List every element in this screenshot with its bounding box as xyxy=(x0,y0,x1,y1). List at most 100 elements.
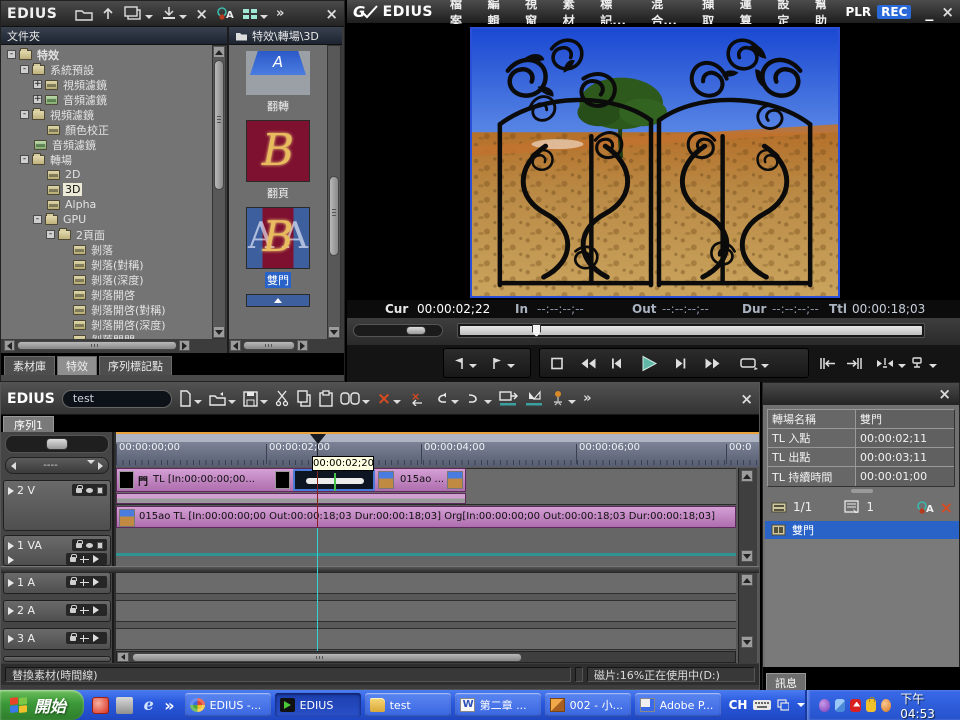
tree-item[interactable]: -視頻濾鏡 xyxy=(1,107,212,122)
clip-2v[interactable]: 門 TL [In:00:00:00;00... 015ao ... xyxy=(116,468,466,492)
add-transition-icon[interactable] xyxy=(525,390,544,408)
set-out-point-button[interactable] xyxy=(489,352,515,374)
new-sequence-icon[interactable] xyxy=(179,390,202,408)
scroll-right-button[interactable] xyxy=(179,340,190,351)
add-to-timeline-icon[interactable] xyxy=(499,390,518,408)
sequence-tab[interactable]: 序列1 xyxy=(3,416,54,432)
dropdown-arrow[interactable] xyxy=(797,703,805,711)
collapse-icon[interactable]: - xyxy=(20,110,29,119)
tray-antivirus-icon[interactable] xyxy=(850,699,860,712)
flip-effect-thumb[interactable]: A xyxy=(246,51,310,95)
scroll-down-button[interactable] xyxy=(328,326,340,338)
track-expander[interactable] xyxy=(8,556,14,564)
tree-item[interactable]: -特效 xyxy=(1,47,212,62)
tray-network-icon[interactable] xyxy=(835,699,845,712)
splitter-grip[interactable] xyxy=(851,489,873,493)
media-player-icon[interactable] xyxy=(92,697,109,714)
import-icon[interactable] xyxy=(161,5,187,23)
delete-icon[interactable]: × xyxy=(940,498,953,517)
waveform-icon[interactable] xyxy=(80,607,89,614)
language-indicator[interactable]: CH xyxy=(729,698,748,712)
tree-item[interactable]: -轉場 xyxy=(1,152,212,167)
effect-thumbnail[interactable]: AAB雙門 xyxy=(242,207,314,288)
tray-audio-icon[interactable] xyxy=(881,699,891,712)
keyboard-icon[interactable] xyxy=(753,699,771,711)
timeline-ruler[interactable]: 00:00:00;0000:00:02;0000:00:04;0000:00:0… xyxy=(116,432,759,467)
scroll-thumb[interactable] xyxy=(329,176,339,256)
close-icon[interactable]: × xyxy=(938,385,951,403)
tree-item[interactable]: +音頻濾鏡 xyxy=(1,92,212,107)
step-back-button[interactable] xyxy=(609,352,624,374)
fast-forward-button[interactable] xyxy=(703,352,721,374)
tree-item[interactable]: 剝落開啓(對稱) xyxy=(1,302,212,317)
timeline-scale-dropdown[interactable]: ---- xyxy=(5,457,109,474)
plr-mode-button[interactable]: PLR xyxy=(845,5,871,19)
audio-track-row[interactable] xyxy=(116,628,736,650)
tree-item[interactable]: +視頻濾鏡 xyxy=(1,77,212,92)
chroma-icon[interactable]: A xyxy=(216,5,234,23)
dropdown-arrow[interactable] xyxy=(179,15,187,23)
tree-item[interactable]: -系統預設 xyxy=(1,62,212,77)
view-grid-icon[interactable] xyxy=(242,5,268,23)
collapse-icon[interactable]: - xyxy=(20,155,29,164)
playhead-marker[interactable] xyxy=(310,434,326,444)
overflow-icon[interactable]: » xyxy=(583,390,591,408)
thumbs-horizontal-scrollbar[interactable] xyxy=(229,339,325,352)
palette-tab-inactive[interactable]: 序列標記點 xyxy=(99,356,172,375)
applied-transition-item[interactable]: 雙門 xyxy=(765,521,959,539)
open-folder-icon[interactable] xyxy=(75,5,93,23)
track-header-1a[interactable]: 1 A xyxy=(3,572,111,594)
task-button[interactable]: Adobe P... xyxy=(635,693,721,717)
set-in-point-button[interactable] xyxy=(451,352,477,374)
tree-horizontal-scrollbar[interactable] xyxy=(3,339,225,352)
overflow-icon[interactable]: » xyxy=(276,5,284,23)
dropdown-arrow[interactable] xyxy=(260,15,268,23)
scroll-thumb[interactable] xyxy=(17,341,177,350)
play-around-cursor-button[interactable] xyxy=(874,352,906,374)
rec-mode-button[interactable]: REC xyxy=(877,5,911,19)
palette-tab-inactive[interactable]: 素材庫 xyxy=(4,356,55,375)
tree-item[interactable]: -2頁面 xyxy=(1,227,212,242)
task-button[interactable]: EDIUS -... xyxy=(185,693,271,717)
double-door-effect-thumb[interactable]: AAB xyxy=(246,207,310,269)
track-header-1va[interactable]: 1 VA xyxy=(3,535,111,566)
transition-clip-selected[interactable] xyxy=(293,469,375,491)
page-turn-effect-thumb[interactable]: B xyxy=(246,120,310,182)
start-button[interactable]: 開始 xyxy=(0,690,84,720)
match-frame-icon[interactable] xyxy=(340,390,370,408)
up-level-icon[interactable] xyxy=(101,5,115,23)
speaker-icon[interactable] xyxy=(93,634,103,642)
expand-icon[interactable]: + xyxy=(33,80,42,89)
delete-icon[interactable]: × xyxy=(377,390,401,408)
cut-icon[interactable] xyxy=(275,390,289,408)
play-button[interactable] xyxy=(639,352,659,374)
lock-icon[interactable] xyxy=(70,580,76,585)
audio-track-row[interactable] xyxy=(116,572,736,594)
expand-icon[interactable]: + xyxy=(33,95,42,104)
tree-item[interactable]: 顏色校正 xyxy=(1,122,212,137)
scroll-up-button[interactable] xyxy=(741,470,753,482)
paste-icon[interactable] xyxy=(319,390,333,408)
minimize-button[interactable]: _ xyxy=(925,2,933,21)
clip-2v-mixer-strip[interactable] xyxy=(116,493,466,504)
effect-thumbnails[interactable]: A翻轉B翻頁AAB雙門 xyxy=(229,45,327,339)
message-tab[interactable]: 訊息 xyxy=(766,673,806,691)
internet-explorer-icon[interactable]: e xyxy=(140,697,157,714)
ripple-delete-icon[interactable]: × xyxy=(408,390,426,408)
language-bar[interactable]: CH xyxy=(729,698,806,712)
tree-item[interactable]: 剝落(深度) xyxy=(1,272,212,287)
tree-vertical-scrollbar[interactable] xyxy=(212,45,226,339)
lock-icon[interactable] xyxy=(70,608,76,613)
step-forward-button[interactable] xyxy=(673,352,688,374)
loop-play-button[interactable] xyxy=(739,352,769,374)
goto-out-button[interactable] xyxy=(845,352,865,374)
effect-thumbnail[interactable]: B翻頁 xyxy=(242,120,314,201)
waveform-icon[interactable] xyxy=(80,579,89,586)
scroll-left-button[interactable] xyxy=(230,340,241,351)
track-1va-audio-area[interactable] xyxy=(116,528,736,566)
scroll-thumb[interactable] xyxy=(214,60,224,190)
task-button[interactable]: test xyxy=(365,693,451,717)
seek-position-marker[interactable] xyxy=(532,324,541,337)
export-button[interactable] xyxy=(909,352,937,374)
duplicate-folder-icon[interactable] xyxy=(123,5,153,23)
